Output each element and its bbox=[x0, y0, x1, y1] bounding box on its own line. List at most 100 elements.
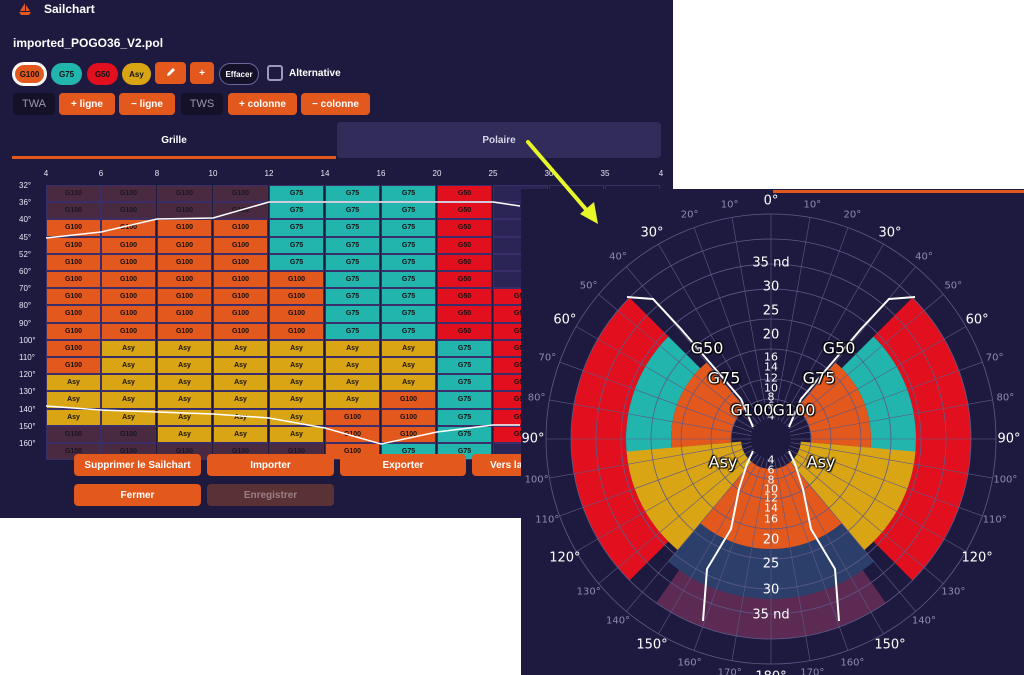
grid-cell[interactable]: G100 bbox=[213, 271, 268, 289]
grid-cell[interactable]: G100 bbox=[46, 271, 101, 289]
grid-cell[interactable]: G100 bbox=[157, 219, 212, 237]
grid-cell[interactable]: G75 bbox=[325, 305, 380, 323]
grid-cell[interactable]: G100 bbox=[213, 236, 268, 254]
sail-chip-asy[interactable]: Asy bbox=[122, 63, 151, 85]
grid-cell[interactable]: Asy bbox=[157, 391, 212, 409]
grid-cell[interactable]: G50 bbox=[437, 202, 492, 220]
grid-cell[interactable]: G50 bbox=[437, 271, 492, 289]
grid-cell[interactable]: G50 bbox=[437, 322, 492, 340]
grid-cell[interactable]: G75 bbox=[269, 253, 324, 271]
grid-cell[interactable]: G100 bbox=[101, 236, 156, 254]
grid-cell[interactable]: Asy bbox=[325, 339, 380, 357]
grid-cell[interactable]: Asy bbox=[101, 357, 156, 375]
grid-cell[interactable]: Asy bbox=[157, 425, 212, 443]
grid-cell[interactable]: G100 bbox=[157, 288, 212, 306]
grid-cell[interactable]: Asy bbox=[101, 374, 156, 392]
grid-cell[interactable]: G100 bbox=[157, 322, 212, 340]
grid-cell[interactable]: G100 bbox=[213, 288, 268, 306]
grid-cell[interactable]: G100 bbox=[46, 425, 101, 443]
grid-cell[interactable]: G100 bbox=[381, 425, 436, 443]
export-button[interactable]: Exporter bbox=[340, 454, 466, 476]
grid-cell[interactable]: G100 bbox=[101, 305, 156, 323]
add-row-button[interactable]: + ligne bbox=[59, 93, 115, 115]
grid-cell[interactable]: Asy bbox=[325, 357, 380, 375]
grid-cell[interactable]: G100 bbox=[46, 236, 101, 254]
grid-cell[interactable]: Asy bbox=[269, 374, 324, 392]
grid-cell[interactable]: Asy bbox=[325, 374, 380, 392]
grid-cell[interactable]: G100 bbox=[157, 253, 212, 271]
grid-cell[interactable]: Asy bbox=[101, 391, 156, 409]
sail-chip-g50[interactable]: G50 bbox=[87, 63, 118, 85]
grid-cell[interactable]: G100 bbox=[46, 185, 101, 203]
grid-cell[interactable]: Asy bbox=[46, 391, 101, 409]
grid-cell[interactable]: G100 bbox=[213, 185, 268, 203]
grid-cell[interactable]: G100 bbox=[213, 253, 268, 271]
delete-sailchart-button[interactable]: Supprimer le Sailchart bbox=[74, 454, 201, 476]
grid-cell[interactable]: G75 bbox=[325, 271, 380, 289]
grid-cell[interactable]: G100 bbox=[101, 322, 156, 340]
grid-cell[interactable]: Asy bbox=[213, 408, 268, 426]
grid-cell[interactable]: G100 bbox=[157, 305, 212, 323]
grid-cell[interactable]: G75 bbox=[381, 288, 436, 306]
grid-cell[interactable]: G100 bbox=[269, 288, 324, 306]
grid-cell[interactable]: G75 bbox=[325, 185, 380, 203]
grid-cell[interactable]: Asy bbox=[157, 339, 212, 357]
grid-cell[interactable]: G100 bbox=[46, 219, 101, 237]
grid-cell[interactable]: G100 bbox=[46, 339, 101, 357]
grid-cell[interactable]: G75 bbox=[325, 253, 380, 271]
grid-cell[interactable]: Asy bbox=[213, 357, 268, 375]
import-button[interactable]: Importer bbox=[207, 454, 334, 476]
grid-cell[interactable]: Asy bbox=[157, 408, 212, 426]
grid-cell[interactable]: G100 bbox=[101, 253, 156, 271]
grid-cell[interactable]: Asy bbox=[269, 357, 324, 375]
grid-cell[interactable]: G75 bbox=[437, 408, 492, 426]
grid-cell[interactable]: G75 bbox=[325, 288, 380, 306]
grid-cell[interactable]: Asy bbox=[269, 425, 324, 443]
tab-grille[interactable]: Grille bbox=[12, 122, 336, 158]
grid-cell[interactable]: G75 bbox=[437, 374, 492, 392]
grid-cell[interactable]: G75 bbox=[437, 357, 492, 375]
grid-cell[interactable]: G75 bbox=[325, 202, 380, 220]
grid-cell[interactable]: G75 bbox=[381, 236, 436, 254]
grid-cell[interactable]: G75 bbox=[437, 425, 492, 443]
grid-cell[interactable]: G100 bbox=[101, 425, 156, 443]
grid-cell[interactable]: Asy bbox=[157, 374, 212, 392]
grid-cell[interactable]: Asy bbox=[101, 339, 156, 357]
grid-cell[interactable]: G75 bbox=[325, 322, 380, 340]
grid-cell[interactable]: G100 bbox=[101, 202, 156, 220]
grid-cell[interactable]: G100 bbox=[46, 357, 101, 375]
grid-cell[interactable]: Asy bbox=[325, 391, 380, 409]
grid-cell[interactable]: Asy bbox=[269, 339, 324, 357]
grid-cell[interactable]: Asy bbox=[213, 374, 268, 392]
grid-cell[interactable]: G100 bbox=[101, 185, 156, 203]
grid-cell[interactable]: G75 bbox=[269, 219, 324, 237]
grid-cell[interactable]: G100 bbox=[213, 322, 268, 340]
grid-cell[interactable]: G75 bbox=[381, 185, 436, 203]
grid-cell[interactable]: G100 bbox=[46, 288, 101, 306]
grid-cell[interactable]: G100 bbox=[46, 253, 101, 271]
tws-input[interactable]: TWS bbox=[181, 93, 223, 115]
grid-cell[interactable]: G75 bbox=[325, 219, 380, 237]
grid-cell[interactable]: G50 bbox=[437, 185, 492, 203]
grid-cell[interactable]: G75 bbox=[381, 305, 436, 323]
grid-cell[interactable]: G50 bbox=[437, 253, 492, 271]
grid-cell[interactable]: G100 bbox=[101, 271, 156, 289]
grid-cell[interactable]: Asy bbox=[213, 391, 268, 409]
grid-cell[interactable]: Asy bbox=[269, 408, 324, 426]
grid-cell[interactable]: G100 bbox=[157, 202, 212, 220]
grid-cell[interactable]: G100 bbox=[157, 271, 212, 289]
grid-cell[interactable]: G75 bbox=[381, 253, 436, 271]
tab-polaire[interactable]: Polaire bbox=[337, 122, 661, 158]
alternative-checkbox[interactable] bbox=[267, 65, 283, 81]
grid-cell[interactable]: Asy bbox=[381, 357, 436, 375]
grid-cell[interactable]: Asy bbox=[101, 408, 156, 426]
remove-row-button[interactable]: − ligne bbox=[119, 93, 175, 115]
grid-cell[interactable]: G100 bbox=[269, 305, 324, 323]
add-column-button[interactable]: + colonne bbox=[228, 93, 297, 115]
grid-cell[interactable]: G50 bbox=[437, 288, 492, 306]
twa-input[interactable]: TWA bbox=[13, 93, 55, 115]
grid-cell[interactable]: G100 bbox=[269, 322, 324, 340]
grid-cell[interactable]: G75 bbox=[381, 271, 436, 289]
edit-sail-button[interactable] bbox=[155, 62, 186, 84]
grid-cell[interactable]: G50 bbox=[437, 219, 492, 237]
